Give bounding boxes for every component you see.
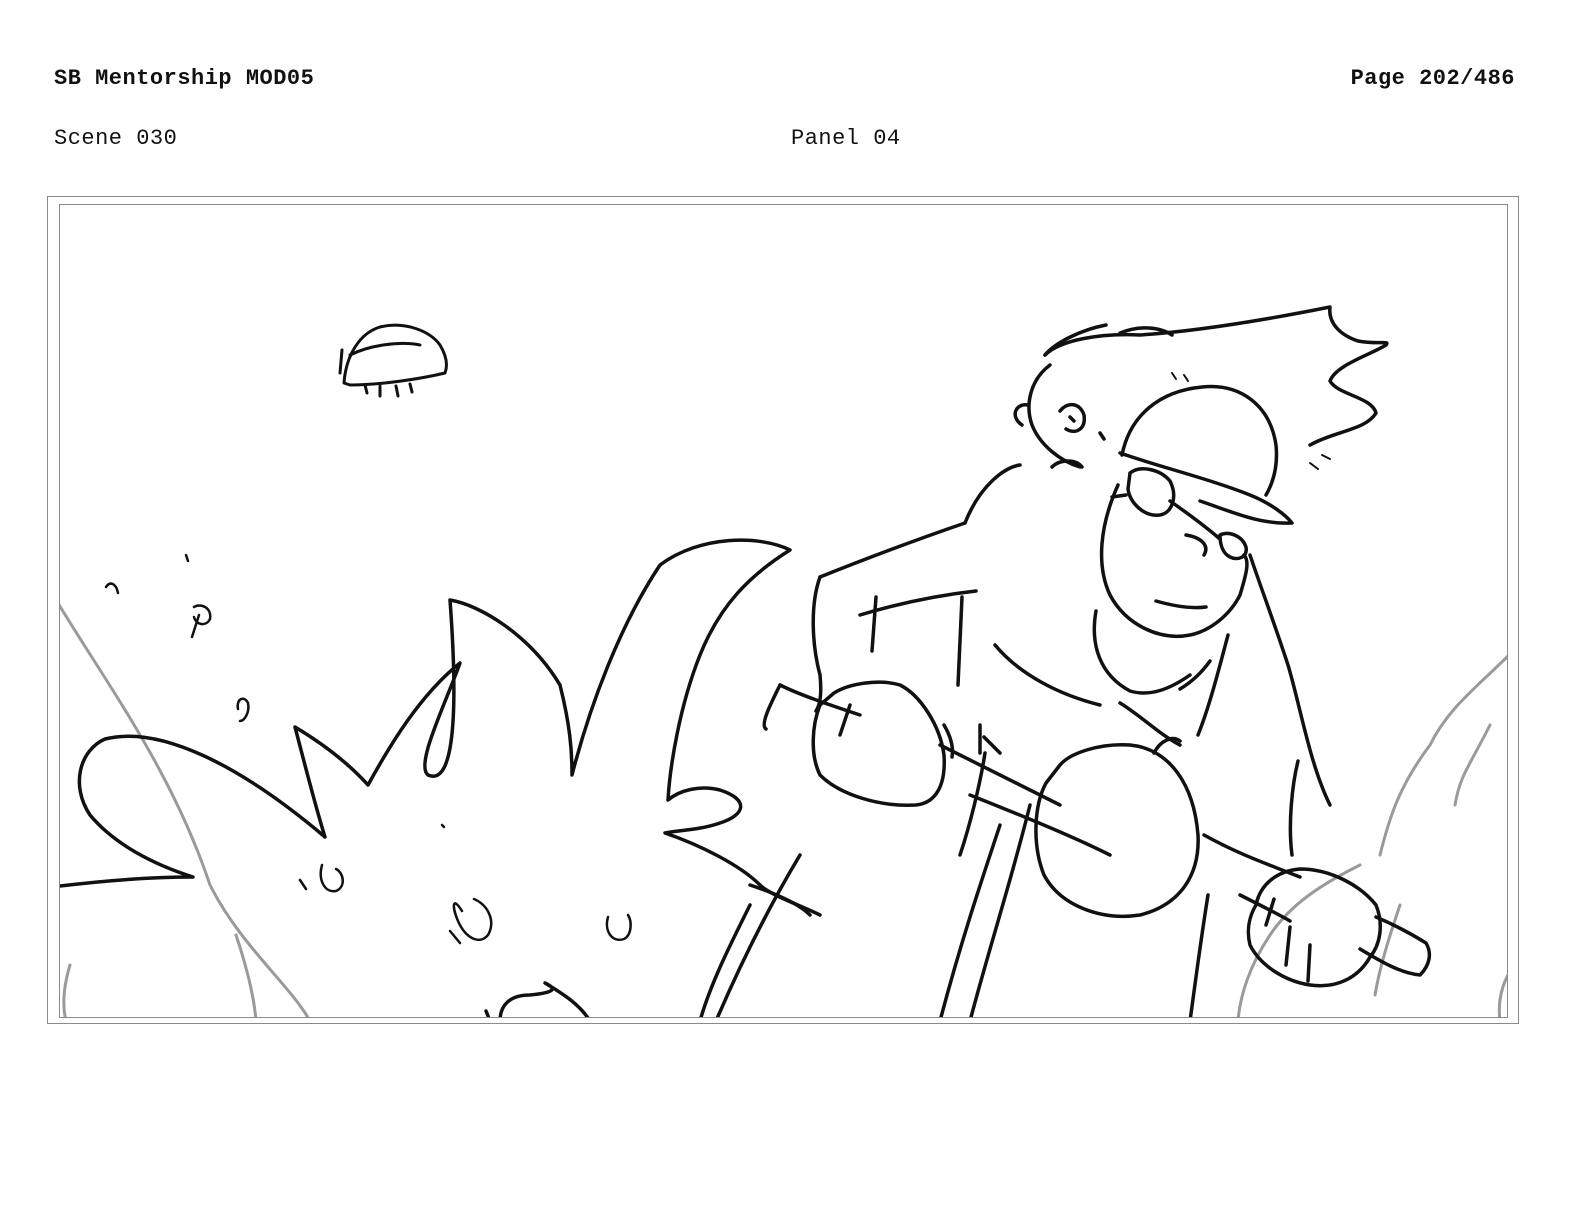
scene-label: Scene 030 [54, 126, 178, 151]
storyboard-sketch [60, 305, 1507, 1017]
impact-burst [60, 538, 822, 1017]
project-title: SB Mentorship MOD05 [54, 66, 315, 91]
page-number: Page 202/486 [1350, 66, 1515, 91]
panel-frame [59, 204, 1508, 1018]
panel-label: Panel 04 [791, 126, 901, 151]
distant-flying-object [338, 323, 448, 398]
